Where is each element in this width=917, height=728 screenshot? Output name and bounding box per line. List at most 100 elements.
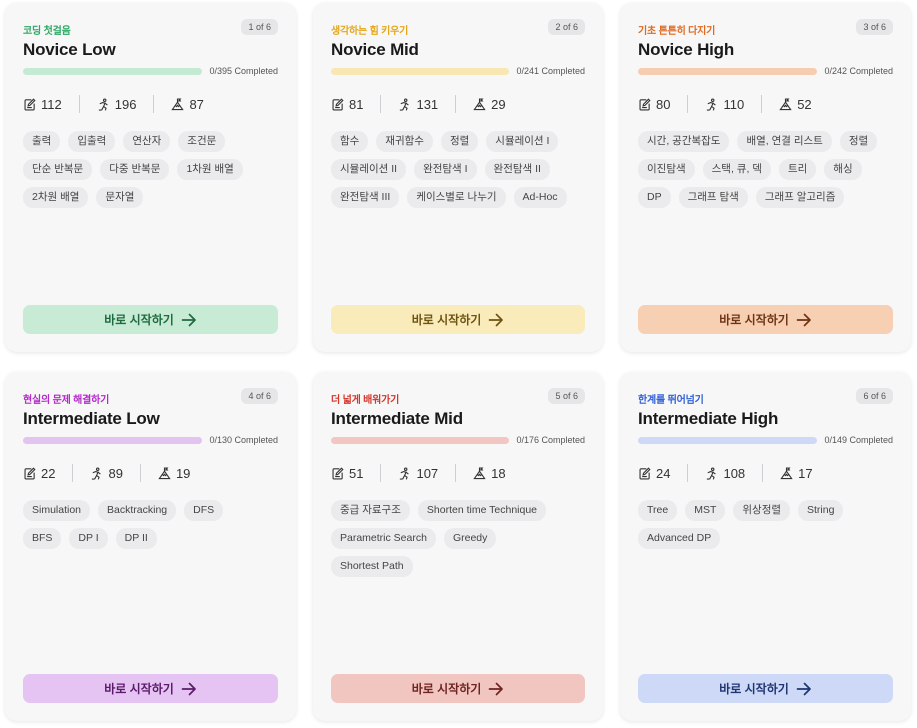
climber-icon [707,97,717,111]
stat-tier-value: 17 [798,465,813,481]
stat-divider [455,95,457,113]
topic-tag: 정렬 [839,131,878,152]
card-subtitle: 현실의 문제 해결하기 [23,395,110,406]
stat-users-value: 89 [108,465,123,481]
card-title: Intermediate Low [23,409,160,428]
progress-text: 0/395 Completed [209,66,278,76]
stat-divider [153,95,155,113]
progress-text: 0/149 Completed [824,435,893,445]
stat-tier-value: 52 [797,96,812,112]
topic-tag: 스택, 큐, 덱 [702,159,771,180]
topic-tag: Parametric Search [331,528,436,549]
topic-tag: 1차원 배열 [177,159,243,180]
stat-problems: 51 [331,466,363,481]
card-stats: 24 108 17 [638,464,813,482]
start-button[interactable]: 바로 시작하기 [638,305,893,334]
stat-problems: 112 [23,97,62,112]
arrow-right-icon [796,682,811,695]
progress-text: 0/242 Completed [824,66,893,76]
start-button-label: 바로 시작하기 [411,682,482,696]
topic-tag: DP I [69,528,108,549]
topic-tag: DFS [184,500,224,521]
topic-tag: MST [685,500,726,521]
card-position-badge: 3 of 6 [856,19,893,35]
stat-divider [78,95,80,113]
stat-divider [380,464,382,482]
card-title: Intermediate High [638,409,779,428]
topic-tags: Tree MST 위상정렬 String Advanced DP [638,500,881,549]
topic-tag: 출력 [23,131,61,152]
card-subtitle: 한계를 뛰어넘기 [638,395,704,406]
course-card: 코딩 첫걸음 1 of 6 Novice Low 0/395 Completed… [5,3,296,352]
card-stats: 112 196 87 [23,95,204,113]
course-card: 현실의 문제 해결하기 4 of 6 Intermediate Low 0/13… [5,372,296,721]
start-button[interactable]: 바로 시작하기 [638,674,893,703]
climber-icon [92,466,102,480]
card-subtitle: 더 넓게 배워가기 [331,395,400,406]
climber-icon [98,97,108,111]
stat-divider [139,464,141,482]
stat-problems-value: 81 [349,96,364,112]
progress-row: 0/176 Completed [331,435,585,445]
start-button[interactable]: 바로 시작하기 [331,674,585,703]
start-button[interactable]: 바로 시작하기 [23,305,278,334]
topic-tag: 해싱 [824,159,862,180]
stat-tier-value: 19 [175,465,191,481]
arrow-right-icon [796,313,811,326]
stat-problems-value: 80 [656,96,671,112]
card-stats: 51 107 18 [331,464,506,482]
problem-edit-icon [332,97,344,110]
problem-edit-icon [24,97,36,110]
card-title: Novice High [638,40,735,59]
topic-tags: 중급 자료구조 Shorten time Technique Parametric … [331,500,573,577]
card-title: Novice Mid [331,40,419,59]
start-button-label: 바로 시작하기 [104,313,174,327]
topic-tags: 함수 재귀함수 정렬 시뮬레이션 I 시뮬레이션 II 완전탐색 I 완전탐색 II 완전탐색… [331,131,573,208]
stat-users-value: 107 [416,465,439,481]
stat-users-value: 196 [114,96,137,112]
course-card: 한계를 뛰어넘기 6 of 6 Intermediate High 0/149 … [620,372,911,721]
topic-tag: 완전탐색 I [414,159,477,180]
stat-users-value: 131 [416,96,439,112]
topic-tag: Ad-Hoc [513,187,567,208]
topic-tag: Backtracking [98,500,177,521]
topic-tag: Tree [638,500,678,521]
stat-divider [72,464,74,482]
card-position-badge: 6 of 6 [856,388,893,404]
card-subtitle: 코딩 첫걸음 [23,26,71,37]
problem-edit-icon [639,97,651,110]
stat-users: 89 [90,465,123,481]
topic-tag: 연산자 [123,131,171,152]
start-button[interactable]: 바로 시작하기 [331,305,585,334]
card-title: Novice Low [23,40,116,59]
stat-divider [762,464,764,482]
stat-users-value: 108 [723,465,746,481]
climber-icon [400,466,410,480]
progress-row: 0/149 Completed [638,435,893,445]
course-card: 기초 튼튼히 다지기 3 of 6 Novice High 0/242 Comp… [620,3,911,352]
stat-problems: 24 [638,466,670,481]
topic-tag: 단순 반복문 [23,159,93,180]
stat-problems: 22 [23,466,55,481]
topic-tag: 2차원 배열 [23,187,89,208]
stat-users-value: 110 [723,96,745,112]
progress-row: 0/241 Completed [331,66,585,76]
climber-icon [400,97,410,111]
stat-users: 110 [705,97,744,112]
start-button-label: 바로 시작하기 [719,682,789,696]
progress-bar [638,436,818,444]
stat-divider [761,95,763,113]
topic-tag: DP II [115,528,157,549]
topic-tag: Shorten time Technique [417,500,547,521]
topic-tag: 완전탐색 III [331,187,400,208]
progress-text: 0/241 Completed [516,66,585,76]
topic-tags: 시간, 공간복잡도 배열, 연결 리스트 정렬 이진탐색 스택, 큐, 덱 트리 해싱 DP 그… [638,131,881,208]
stat-tier-value: 87 [189,96,204,112]
stat-tier: 17 [780,465,813,481]
stat-problems-value: 24 [656,465,671,481]
topic-tags: Simulation Backtracking DFS BFS DP I DP II [23,500,266,549]
mountain-flag-icon [473,98,486,110]
start-button[interactable]: 바로 시작하기 [23,674,278,703]
progress-bar [638,67,818,75]
stat-users: 131 [398,97,438,112]
